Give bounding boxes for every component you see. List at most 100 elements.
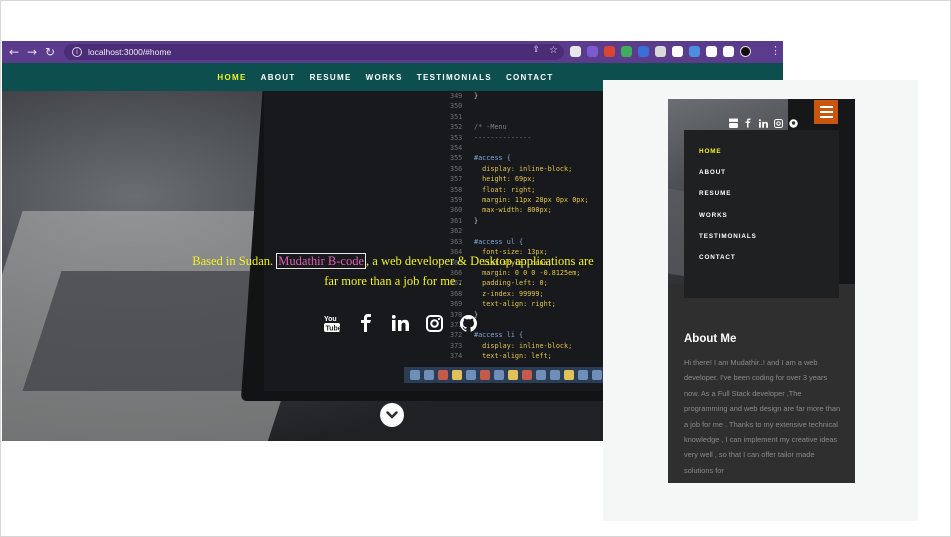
ext-5-icon[interactable] xyxy=(638,46,649,57)
share-icon[interactable]: ⇪ xyxy=(532,45,540,55)
code-line-number: 358 xyxy=(450,185,463,194)
reload-icon[interactable]: ↻ xyxy=(41,41,59,63)
ext-2-icon[interactable] xyxy=(587,46,598,57)
ext-1-icon[interactable] xyxy=(570,46,581,57)
code-line: 373 display: inline-block; xyxy=(450,341,603,351)
nav-item-contact[interactable]: CONTACT xyxy=(506,73,554,82)
nav-item-resume[interactable]: RESUME xyxy=(310,73,352,82)
youtube-icon[interactable] xyxy=(728,118,738,128)
instagram-icon[interactable] xyxy=(773,118,783,128)
forward-arrow-icon[interactable]: → xyxy=(23,41,41,63)
back-arrow-icon[interactable]: ← xyxy=(5,41,23,63)
mobile-menu-item-about[interactable]: ABOUT xyxy=(699,169,839,190)
code-line-text: /* -Menu xyxy=(474,123,507,132)
code-line-text: } xyxy=(474,216,479,225)
code-line: 350 xyxy=(450,101,603,111)
code-line-text: display: inline-block; xyxy=(474,164,573,173)
ext-10-icon[interactable] xyxy=(723,46,734,57)
code-line: 352 /* -Menu xyxy=(450,122,603,132)
mobile-menu-item-home[interactable]: HOME xyxy=(699,148,839,169)
code-line: 355 #access { xyxy=(450,153,603,163)
nav-item-testimonials[interactable]: TESTIMONIALS xyxy=(417,73,492,82)
facebook-icon[interactable] xyxy=(743,118,753,128)
mobile-menu-item-resume[interactable]: RESUME xyxy=(699,190,839,211)
linkedin-icon[interactable] xyxy=(758,118,768,128)
code-line-text: #access { xyxy=(474,154,511,163)
code-line-text: #access ul { xyxy=(474,237,524,246)
code-line-text: display: inline-block; xyxy=(474,341,573,350)
hero-section: 349} 350 351 352/* -Menu 353 -------------- 35… xyxy=(2,91,603,441)
code-line-number: 355 xyxy=(450,154,463,163)
code-line-text: float: right; xyxy=(474,185,536,194)
code-line-number: 360 xyxy=(450,206,463,215)
mobile-viewport: HOME ABOUT RESUME WORKS TESTIMONIALS CONTACT … xyxy=(668,99,855,483)
about-paragraph: Hi there! I am Mudathir..! and I am a we… xyxy=(684,358,841,475)
about-heading: About Me xyxy=(684,333,737,345)
code-line-text: #access li { xyxy=(474,331,524,340)
bookmark-star-icon[interactable]: ☆ xyxy=(549,45,558,56)
code-line-number: 361 xyxy=(450,216,463,225)
mobile-menu-item-contact[interactable]: CONTACT xyxy=(699,254,839,275)
code-line-number: 353 xyxy=(450,133,463,142)
linkedin-icon[interactable] xyxy=(390,313,410,333)
extensions-bar xyxy=(570,46,751,57)
hero-tagline: Based in Sudan. Mudathir B-code, a web d… xyxy=(188,251,598,291)
code-line-number: 359 xyxy=(450,196,463,205)
code-line: 363 #access ul { xyxy=(450,237,603,247)
ext-7-icon[interactable] xyxy=(672,46,683,57)
code-line: 353 -------------- xyxy=(450,133,603,143)
code-line-number: 374 xyxy=(450,352,463,361)
code-line-text: height: 69px; xyxy=(474,175,536,184)
url-text: localhost:3000/#home xyxy=(88,47,172,57)
code-line-number: 363 xyxy=(450,237,463,246)
code-line: 357 height: 69px; xyxy=(450,174,603,184)
taskbar-image xyxy=(404,367,603,383)
nav-item-home[interactable]: HOME xyxy=(217,73,246,82)
nav-item-about[interactable]: ABOUT xyxy=(261,73,296,82)
tagline-prefix: Based in Sudan. xyxy=(192,254,277,268)
scroll-down-button[interactable] xyxy=(380,403,404,427)
code-line: 360 max-width: 800px; xyxy=(450,205,603,215)
hero-social-links: You Tube xyxy=(322,313,478,333)
code-line-text: } xyxy=(474,92,479,100)
ext-6-icon[interactable] xyxy=(655,46,666,57)
code-line-number: 369 xyxy=(450,300,463,309)
mobile-menu-item-works[interactable]: WORKS xyxy=(699,212,839,233)
code-line-number: 349 xyxy=(450,92,463,100)
code-line-text: margin: 11px 28px 0px 0px; xyxy=(474,196,589,205)
ext-9-icon[interactable] xyxy=(706,46,717,57)
mobile-menu-dropdown: HOME ABOUT RESUME WORKS TESTIMONIALS CONTACT xyxy=(684,130,839,298)
ext-3-icon[interactable] xyxy=(604,46,615,57)
code-line-number: 357 xyxy=(450,175,463,184)
svg-text:You: You xyxy=(324,316,337,323)
code-line-number: 351 xyxy=(450,112,463,121)
ext-8-icon[interactable] xyxy=(689,46,700,57)
code-line: 369 text-align: right; xyxy=(450,299,603,309)
code-line: 361} xyxy=(450,216,603,226)
instagram-icon[interactable] xyxy=(424,313,444,333)
github-icon[interactable] xyxy=(788,118,798,128)
github-icon[interactable] xyxy=(458,313,478,333)
site-info-icon[interactable]: i xyxy=(72,47,82,57)
code-line: 359 margin: 11px 28px 0px 0px; xyxy=(450,195,603,205)
address-bar[interactable]: i localhost:3000/#home ⇪ ☆ xyxy=(64,44,564,60)
mobile-preview-panel: HOME ABOUT RESUME WORKS TESTIMONIALS CONTACT … xyxy=(603,80,918,521)
browser-toolbar: ← → ↻ i localhost:3000/#home ⇪ ☆ ⋮ xyxy=(2,41,783,63)
browser-menu-icon[interactable]: ⋮ xyxy=(770,44,781,57)
nav-item-works[interactable]: WORKS xyxy=(366,73,403,82)
hamburger-menu-button[interactable] xyxy=(814,100,838,124)
code-line-number: 352 xyxy=(450,123,463,132)
ext-11-icon[interactable] xyxy=(740,46,751,57)
ext-4-icon[interactable] xyxy=(621,46,632,57)
chevron-down-icon xyxy=(386,411,398,419)
code-line: 349} xyxy=(450,91,603,101)
code-line-number: 354 xyxy=(450,144,463,153)
code-line: 356 display: inline-block; xyxy=(450,164,603,174)
mobile-menu-item-testimonials[interactable]: TESTIMONIALS xyxy=(699,233,839,254)
code-line: 362 xyxy=(450,226,603,236)
youtube-icon[interactable]: You Tube xyxy=(322,313,342,333)
code-line-number: 350 xyxy=(450,102,463,111)
code-line-number: 356 xyxy=(450,164,463,173)
mobile-social-links xyxy=(728,118,798,128)
facebook-icon[interactable] xyxy=(356,313,376,333)
